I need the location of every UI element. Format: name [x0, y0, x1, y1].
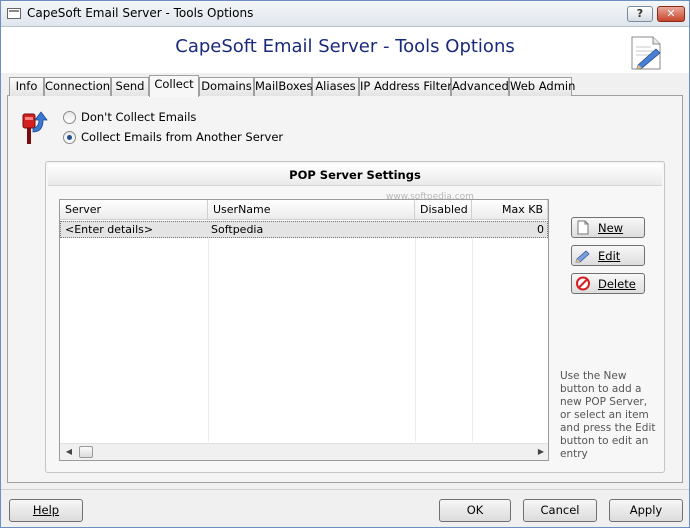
delete-button-label: Delete — [598, 277, 636, 291]
column-divider — [208, 220, 209, 442]
pop-help-text: Use the New button to add a new POP Serv… — [560, 370, 656, 460]
column-header-max-kb[interactable]: Max KB — [472, 200, 548, 220]
pencil-icon — [575, 250, 590, 263]
footer-divider — [1, 489, 689, 490]
options-window: CapeSoft Email Server - Tools Options ? … — [0, 0, 690, 528]
column-divider — [472, 220, 473, 442]
mailbox-collect-icon — [22, 111, 48, 144]
tab-connection[interactable]: Connection — [44, 77, 111, 96]
tab-send[interactable]: Send — [111, 77, 149, 96]
new-button[interactable]: New — [571, 217, 645, 238]
tab-collect[interactable]: Collect — [149, 75, 199, 97]
dont-collect-radio[interactable] — [63, 111, 76, 124]
tab-info[interactable]: Info — [9, 77, 44, 96]
scroll-thumb[interactable] — [79, 446, 93, 458]
pop-server-list[interactable]: Server UserName Disabled Max KB <Enter d… — [59, 199, 549, 461]
cell-max-kb: 0 — [537, 223, 544, 236]
apply-button[interactable]: Apply — [609, 499, 683, 522]
new-document-icon — [577, 220, 589, 235]
no-entry-icon — [576, 276, 590, 291]
column-header-server[interactable]: Server — [60, 200, 208, 220]
edit-button-label: Edit — [598, 249, 621, 263]
cell-server: <Enter details> — [65, 223, 154, 236]
collect-from-server-radio[interactable] — [63, 131, 76, 144]
column-header-username[interactable]: UserName — [208, 200, 415, 220]
document-edit-icon — [631, 36, 661, 70]
app-window-icon — [7, 8, 21, 19]
scroll-left-icon[interactable]: ◀ — [64, 447, 74, 457]
edit-button[interactable]: Edit — [571, 245, 645, 266]
window-title: CapeSoft Email Server - Tools Options — [27, 6, 254, 20]
delete-button[interactable]: Delete — [571, 273, 645, 294]
tab-web-admin[interactable]: Web Admin — [509, 77, 575, 96]
tab-aliases[interactable]: Aliases — [312, 77, 359, 96]
collect-from-server-label: Collect Emails from Another Server — [81, 130, 284, 144]
tab-ip-address-filter[interactable]: IP Address Filter — [359, 77, 452, 96]
new-button-label: New — [598, 221, 624, 235]
column-divider — [415, 220, 416, 442]
horizontal-scrollbar[interactable]: ◀ ▶ — [60, 443, 548, 460]
pop-group-title: POP Server Settings — [289, 168, 421, 182]
ok-button[interactable]: OK — [439, 499, 511, 522]
title-close-button[interactable]: ✕ — [657, 6, 685, 22]
cell-username: Softpedia — [211, 223, 264, 236]
dont-collect-label: Don't Collect Emails — [81, 110, 197, 124]
header-banner: CapeSoft Email Server - Tools Options — [1, 27, 689, 73]
cancel-button[interactable]: Cancel — [523, 499, 597, 522]
title-help-button[interactable]: ? — [627, 6, 653, 22]
tab-mailboxes[interactable]: MailBoxes — [254, 77, 312, 96]
table-row[interactable]: <Enter details> Softpedia 0 — [60, 221, 548, 238]
help-button[interactable]: Help — [9, 499, 83, 522]
pop-group-header: POP Server Settings — [48, 164, 662, 186]
list-header: Server UserName Disabled Max KB — [60, 200, 548, 220]
column-header-disabled[interactable]: Disabled — [415, 200, 472, 220]
scroll-right-icon[interactable]: ▶ — [536, 447, 546, 457]
page-heading: CapeSoft Email Server - Tools Options — [175, 36, 515, 57]
title-bar[interactable]: CapeSoft Email Server - Tools Options ? … — [1, 1, 689, 27]
tab-advanced[interactable]: Advanced — [451, 77, 509, 96]
tab-domains[interactable]: Domains — [199, 77, 254, 96]
